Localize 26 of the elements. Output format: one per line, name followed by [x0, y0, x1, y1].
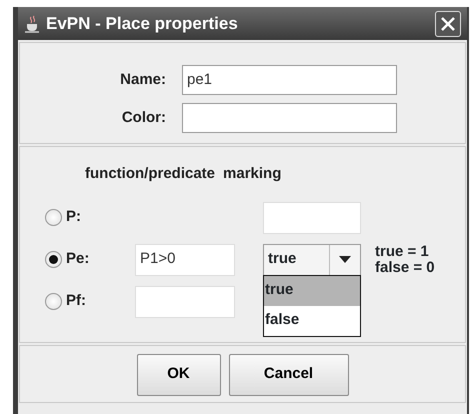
option-label: Pe: — [66, 249, 90, 270]
name-field[interactable]: pe1 — [182, 65, 397, 95]
radio-button[interactable] — [45, 293, 62, 310]
caret-icon — [339, 256, 351, 263]
close-icon — [440, 16, 456, 32]
dialog-button[interactable]: Cancel — [228, 354, 348, 396]
color-field[interactable] — [182, 103, 397, 133]
legend-text: false = 0 — [375, 260, 436, 276]
radio-button[interactable] — [45, 209, 62, 226]
dropdown-option[interactable]: false — [264, 306, 360, 336]
name-label: Name: — [120, 71, 166, 88]
option-label: Pf: — [66, 291, 86, 312]
function-field[interactable] — [135, 286, 235, 318]
dialog-button[interactable]: OK — [136, 354, 220, 396]
window-title: EvPN - Place properties — [46, 12, 238, 35]
option-label: P: — [66, 207, 81, 228]
dropdown-option[interactable]: true — [264, 276, 360, 306]
color-label: Color: — [122, 109, 166, 126]
marking-field[interactable] — [263, 202, 361, 234]
column-header: marking — [223, 164, 282, 184]
function-field[interactable]: P1>0 — [135, 244, 235, 276]
legend-text: true = 1 — [375, 244, 430, 260]
radio-button[interactable] — [45, 251, 62, 268]
column-header: function/predicate — [85, 164, 216, 184]
close-button[interactable] — [435, 10, 461, 36]
cup-icon — [24, 14, 40, 32]
